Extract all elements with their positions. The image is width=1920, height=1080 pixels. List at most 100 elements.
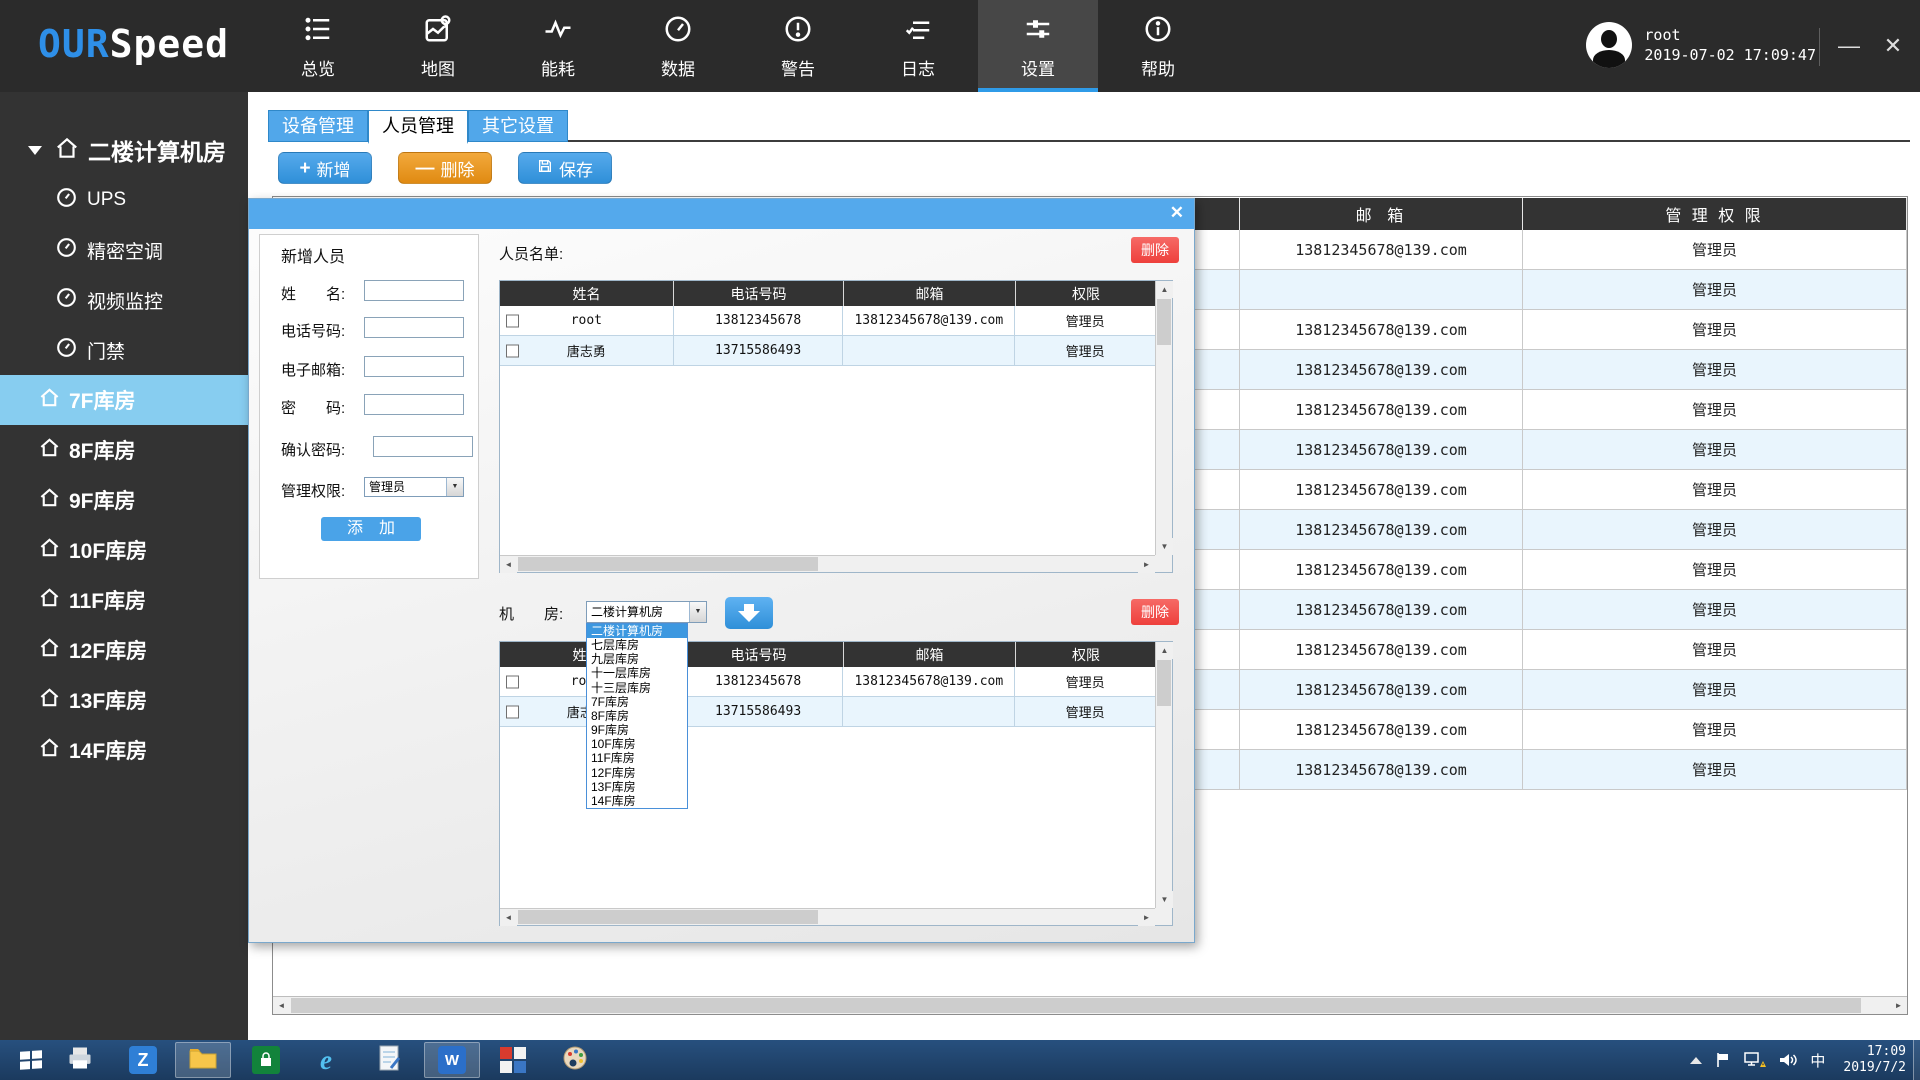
taskbar-app-store[interactable] xyxy=(238,1042,294,1078)
room-dropdown-option[interactable]: 7F库房 xyxy=(587,695,687,709)
minimize-icon[interactable]: — xyxy=(1826,0,1872,92)
scroll-down-arrow[interactable]: ▼ xyxy=(1156,891,1173,908)
scroll-right-arrow[interactable]: ► xyxy=(1138,909,1155,926)
close-icon[interactable]: ✕ xyxy=(1870,0,1916,92)
sidebar-item-room[interactable]: 7F库房 xyxy=(0,375,248,425)
row-checkbox[interactable] xyxy=(506,314,519,327)
sidebar-item-device[interactable]: 门禁 xyxy=(0,325,248,375)
sidebar-item-room[interactable]: 10F库房 xyxy=(0,525,248,575)
room-dropdown-option[interactable]: 14F库房 xyxy=(587,794,687,808)
room-select[interactable]: 二楼计算机房 ▼ xyxy=(586,601,707,623)
scroll-up-arrow[interactable]: ▲ xyxy=(1156,281,1173,298)
room-dropdown-option[interactable]: 十三层库房 xyxy=(587,681,687,695)
close-icon[interactable]: ✕ xyxy=(1170,203,1184,223)
delete-button[interactable]: —删除 xyxy=(398,152,492,184)
action-center-flag-icon[interactable] xyxy=(1714,1051,1732,1069)
form-add-button[interactable]: 添 加 xyxy=(321,517,421,541)
scroll-right-arrow[interactable]: ► xyxy=(1890,997,1907,1014)
save-button[interactable]: 保存 xyxy=(518,152,612,184)
horizontal-scrollbar[interactable]: ◄ ► xyxy=(273,996,1907,1014)
sidebar-item-room[interactable]: 12F库房 xyxy=(0,625,248,675)
room-dropdown-option[interactable]: 10F库房 xyxy=(587,737,687,751)
scrollbar-thumb[interactable] xyxy=(291,998,1861,1013)
nav-item-overview[interactable]: 总览 xyxy=(258,0,378,92)
sidebar-item-room[interactable]: 11F库房 xyxy=(0,575,248,625)
confirm-password-field[interactable] xyxy=(373,436,473,457)
show-desktop-button[interactable] xyxy=(1913,1040,1920,1080)
gauge-icon xyxy=(663,31,693,48)
table-row[interactable]: 唐志勇 13715586493 管理员 xyxy=(500,336,1155,366)
room-dropdown-option[interactable]: 二楼计算机房 xyxy=(587,624,687,638)
taskbar-app-remote[interactable]: Z xyxy=(115,1042,171,1078)
table-row[interactable]: root 13812345678 13812345678@139.com 管理员 xyxy=(500,306,1155,336)
taskbar-app-monitor[interactable] xyxy=(485,1042,541,1078)
taskbar-app-devices[interactable] xyxy=(52,1042,108,1078)
sidebar-item-device[interactable]: 视频监控 xyxy=(0,275,248,325)
sidebar-item-device[interactable]: 精密空调 xyxy=(0,225,248,275)
ime-indicator[interactable]: 中 xyxy=(1810,1050,1825,1071)
down-arrow-icon xyxy=(744,604,754,611)
room-dropdown-option[interactable]: 9F库房 xyxy=(587,723,687,737)
nav-item-map[interactable]: 地图 xyxy=(378,0,498,92)
delete-room-person-button[interactable]: 删除 xyxy=(1131,599,1179,625)
tab[interactable]: 设备管理 xyxy=(268,110,368,142)
sidebar-item-device[interactable]: UPS xyxy=(0,175,248,225)
sidebar-item-room[interactable]: 14F库房 xyxy=(0,725,248,775)
show-hidden-icons-icon[interactable] xyxy=(1690,1057,1702,1064)
sidebar-item-room[interactable]: 13F库房 xyxy=(0,675,248,725)
nav-item-alerts[interactable]: 警告 xyxy=(738,0,858,92)
room-dropdown-option[interactable]: 12F库房 xyxy=(587,766,687,780)
row-checkbox[interactable] xyxy=(506,675,519,688)
email-field[interactable] xyxy=(364,356,464,377)
sidebar-item-room[interactable]: 8F库房 xyxy=(0,425,248,475)
password-field[interactable] xyxy=(364,394,464,415)
nav-item-logs[interactable]: 日志 xyxy=(858,0,978,92)
row-checkbox[interactable] xyxy=(506,344,519,357)
scroll-right-arrow[interactable]: ► xyxy=(1138,556,1155,573)
taskbar-app-internet-explorer[interactable]: e xyxy=(298,1042,354,1078)
room-dropdown-option[interactable]: 七层库房 xyxy=(587,638,687,652)
scrollbar-thumb[interactable] xyxy=(518,910,818,924)
home-icon xyxy=(0,736,61,764)
scrollbar-thumb[interactable] xyxy=(1157,660,1171,706)
scroll-left-arrow[interactable]: ◄ xyxy=(273,997,290,1014)
vertical-scrollbar[interactable]: ▲ ▼ xyxy=(1155,281,1172,555)
speaker-icon[interactable] xyxy=(1778,1051,1798,1069)
tab[interactable]: 其它设置 xyxy=(468,110,568,142)
clock[interactable]: 17:09 2019/7/2 xyxy=(1843,1044,1906,1076)
scrollbar-thumb[interactable] xyxy=(518,557,818,571)
scroll-down-arrow[interactable]: ▼ xyxy=(1156,538,1173,555)
room-dropdown-option[interactable]: 11F库房 xyxy=(587,751,687,765)
nav-item-data[interactable]: 数据 xyxy=(618,0,738,92)
user-info[interactable]: root 2019-07-02 17:09:47 xyxy=(1586,22,1816,68)
permission-select[interactable]: 管理员 ▼ xyxy=(364,477,464,497)
nav-item-settings[interactable]: 设置 xyxy=(978,0,1098,92)
scrollbar-thumb[interactable] xyxy=(1157,299,1171,345)
row-checkbox[interactable] xyxy=(506,705,519,718)
sidebar-item-room[interactable]: 9F库房 xyxy=(0,475,248,525)
name-field[interactable] xyxy=(364,280,464,301)
room-dropdown-option[interactable]: 13F库房 xyxy=(587,780,687,794)
taskbar-app-ourspeed[interactable]: W xyxy=(424,1042,480,1078)
scroll-left-arrow[interactable]: ◄ xyxy=(500,909,517,926)
taskbar-app-notes[interactable] xyxy=(361,1042,417,1078)
sidebar-group-room2f[interactable]: 二楼计算机房 xyxy=(0,125,248,175)
add-button[interactable]: +新增 xyxy=(278,152,372,184)
taskbar-app-paint[interactable] xyxy=(547,1042,603,1078)
delete-person-button[interactable]: 删除 xyxy=(1131,237,1179,263)
network-warning-icon[interactable] xyxy=(1744,1051,1766,1069)
room-dropdown-option[interactable]: 九层库房 xyxy=(587,652,687,666)
nav-item-help[interactable]: 帮助 xyxy=(1098,0,1218,92)
horizontal-scrollbar[interactable]: ◄ ► xyxy=(500,555,1155,572)
scroll-left-arrow[interactable]: ◄ xyxy=(500,556,517,573)
phone-field[interactable] xyxy=(364,317,464,338)
assign-download-button[interactable] xyxy=(725,597,773,629)
room-dropdown-option[interactable]: 8F库房 xyxy=(587,709,687,723)
horizontal-scrollbar[interactable]: ◄ ► xyxy=(500,908,1155,925)
tab[interactable]: 人员管理 xyxy=(368,110,468,144)
taskbar-app-file-explorer[interactable] xyxy=(175,1042,231,1078)
nav-item-energy[interactable]: 能耗 xyxy=(498,0,618,92)
room-dropdown-option[interactable]: 十一层库房 xyxy=(587,666,687,680)
scroll-up-arrow[interactable]: ▲ xyxy=(1156,642,1173,659)
vertical-scrollbar[interactable]: ▲ ▼ xyxy=(1155,642,1172,908)
